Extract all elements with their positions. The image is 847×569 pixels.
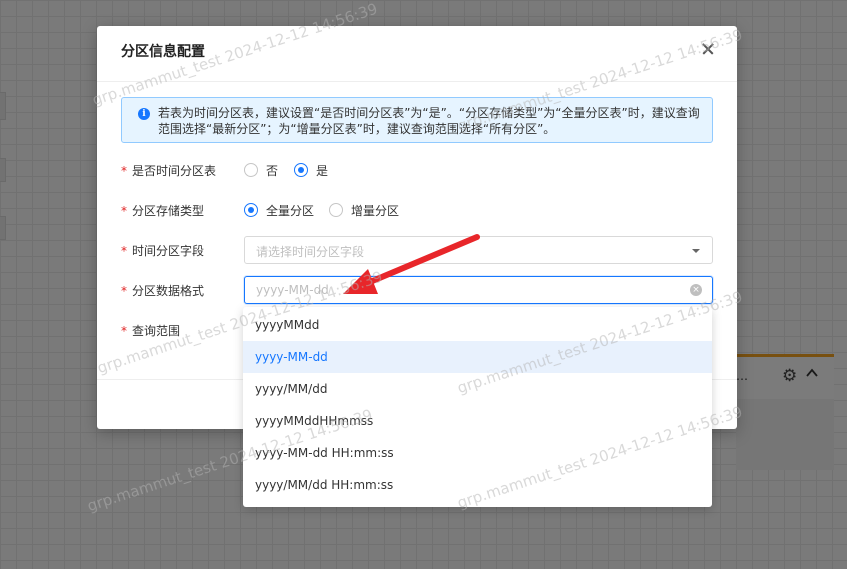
radio-circle	[329, 203, 343, 217]
required-mark: *	[121, 324, 127, 338]
dropdown-option[interactable]: yyyyMMdd	[243, 309, 712, 341]
select-placeholder: yyyy-MM-dd	[256, 283, 329, 297]
radio-circle	[244, 163, 258, 177]
form-row-time-field: * 时间分区字段 请选择时间分区字段	[121, 236, 713, 264]
required-mark: *	[121, 164, 127, 178]
radio-incremental-partition[interactable]: 增量分区	[329, 202, 399, 218]
required-mark: *	[121, 244, 127, 258]
required-mark: *	[121, 204, 127, 218]
field-label: * 分区存储类型	[121, 204, 205, 218]
dropdown-option[interactable]: yyyyMMddHHmmss	[243, 405, 712, 437]
radio-label: 否	[266, 163, 279, 178]
radio-label: 是	[316, 163, 329, 178]
form-row-storage-type: * 分区存储类型 全量分区 增量分区	[121, 196, 713, 224]
field-label: * 查询范围	[121, 324, 181, 338]
alert-text: 若表为时间分区表，建议设置“是否时间分区表”为“是”。“分区存储类型”为“全量分…	[158, 106, 700, 136]
info-icon: i	[138, 108, 150, 120]
select-placeholder: 请选择时间分区字段	[256, 245, 365, 259]
radio-circle-checked	[294, 163, 308, 177]
dropdown-option[interactable]: yyyy/MM/dd	[243, 373, 712, 405]
required-mark: *	[121, 284, 127, 298]
form-row-is-time-partition: * 是否时间分区表 否 是	[121, 156, 713, 184]
modal-header-divider	[97, 81, 737, 82]
form-row-data-format: * 分区数据格式 yyyy-MM-dd ×	[121, 276, 713, 304]
close-icon[interactable]	[697, 38, 719, 60]
dropdown-option[interactable]: yyyy/MM/dd HH:mm:ss	[243, 469, 712, 501]
caret-down-icon	[692, 249, 700, 253]
dropdown-option-active[interactable]: yyyy-MM-dd	[243, 341, 712, 373]
radio-circle-checked	[244, 203, 258, 217]
radio-label: 增量分区	[351, 203, 400, 218]
radio-label: 全量分区	[266, 203, 315, 218]
clear-icon[interactable]: ×	[690, 284, 702, 296]
field-label: * 分区数据格式	[121, 284, 205, 298]
format-dropdown: yyyyMMdd yyyy-MM-dd yyyy/MM/dd yyyyMMddH…	[243, 307, 712, 507]
info-alert: i 若表为时间分区表，建议设置“是否时间分区表”为“是”。“分区存储类型”为“全…	[121, 97, 713, 143]
data-format-select[interactable]: yyyy-MM-dd ×	[244, 276, 713, 304]
radio-yes[interactable]: 是	[294, 162, 328, 178]
time-field-select[interactable]: 请选择时间分区字段	[244, 236, 713, 264]
field-label: * 是否时间分区表	[121, 164, 217, 178]
field-label: * 时间分区字段	[121, 244, 205, 258]
radio-no[interactable]: 否	[244, 162, 278, 178]
radio-full-partition[interactable]: 全量分区	[244, 202, 314, 218]
dropdown-option[interactable]: yyyy-MM-dd HH:mm:ss	[243, 437, 712, 469]
modal-title: 分区信息配置	[121, 44, 205, 60]
